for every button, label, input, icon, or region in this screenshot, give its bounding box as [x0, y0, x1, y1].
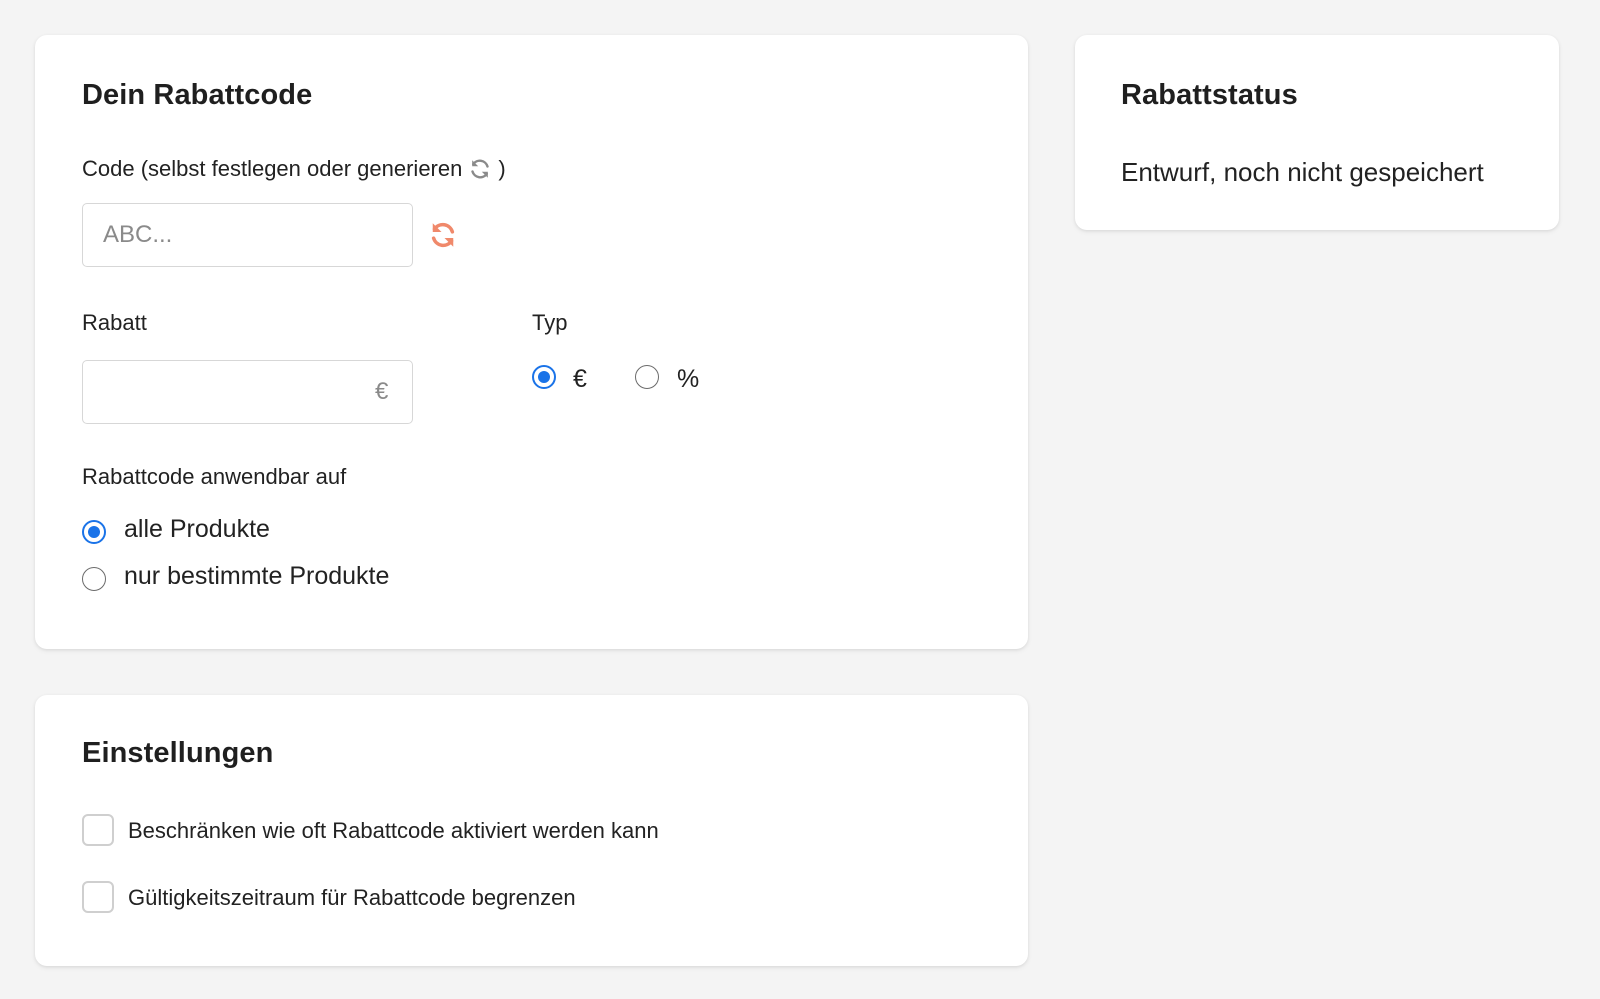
type-label: Typ [532, 310, 568, 335]
code-label-close: ) [498, 156, 506, 181]
settings-card: Einstellungen Beschränken wie oft Rabatt… [35, 695, 1028, 966]
discount-status-card: Rabattstatus Entwurf, noch nicht gespeic… [1075, 35, 1559, 230]
status-title: Rabattstatus [1121, 79, 1298, 111]
generate-code-button[interactable] [428, 220, 458, 250]
applies-radio-specific-label: nur bestimmte Produkte [124, 562, 390, 590]
code-input[interactable] [82, 203, 413, 267]
applies-label: Rabattcode anwendbar auf [82, 464, 347, 489]
discount-amount-input[interactable] [82, 360, 413, 424]
applies-radio-specific[interactable] [82, 567, 106, 591]
discount-code-card: Dein Rabattcode Code (selbst festlegen o… [35, 35, 1028, 649]
discount-code-title: Dein Rabattcode [82, 79, 313, 111]
limit-activations-checkbox[interactable] [82, 814, 114, 846]
refresh-icon [431, 222, 455, 248]
limit-validity-label: Gültigkeitszeitraum für Rabattcode begre… [128, 885, 576, 910]
code-label-text: Code (selbst festlegen oder generieren [82, 156, 463, 181]
applies-radio-all-label: alle Produkte [124, 515, 270, 543]
type-radio-percent[interactable] [635, 365, 659, 389]
type-radio-euro-label: € [573, 365, 587, 393]
discount-label: Rabatt [82, 310, 147, 335]
generate-inline-icon[interactable] [468, 157, 492, 181]
code-label: Code (selbst festlegen oder generieren ) [82, 156, 506, 182]
limit-validity-checkbox[interactable] [82, 881, 114, 913]
limit-activations-label: Beschränken wie oft Rabattcode aktiviert… [128, 818, 659, 843]
applies-radio-all[interactable] [82, 520, 106, 544]
type-radio-percent-label: % [677, 365, 700, 393]
type-radio-euro[interactable] [532, 365, 556, 389]
status-text: Entwurf, noch nicht gespeichert [1121, 157, 1484, 187]
discount-currency-suffix: € [375, 378, 389, 405]
settings-title: Einstellungen [82, 737, 274, 769]
